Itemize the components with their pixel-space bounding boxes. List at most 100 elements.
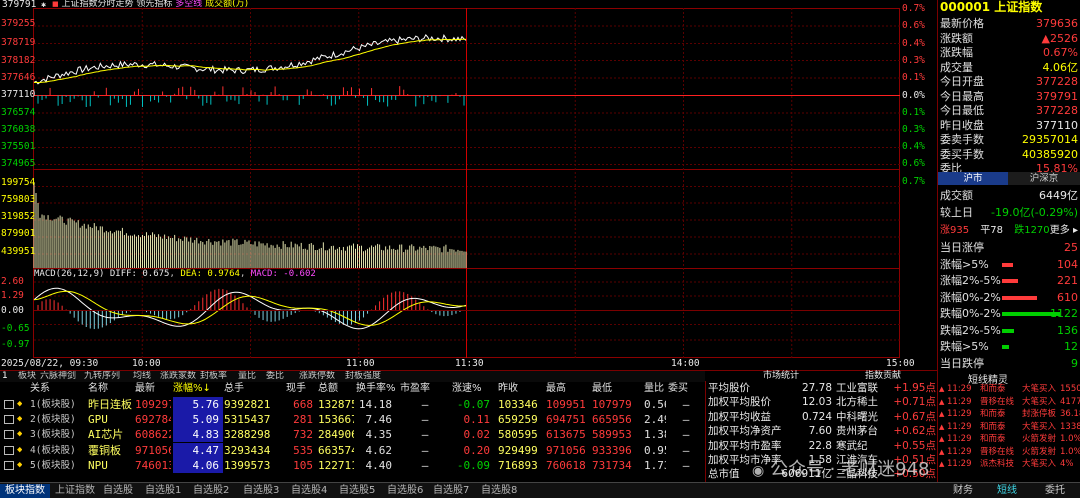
table-row[interactable]: ◆ 1(板块股) 昨日连板1092975.769392821 668 1328750 14… [0, 397, 705, 412]
table-row[interactable]: ◆ 3(板块股) AI芯片 6086224.833288298 732 2849064 4.… [0, 427, 705, 443]
toolbar-item[interactable]: 涨跌家数 [160, 371, 196, 382]
bottom-tab[interactable]: 自选股7 [428, 484, 474, 498]
quote-row-value: 0.67% [1043, 46, 1078, 59]
contrib-name[interactable]: 工业富联 [836, 381, 878, 395]
quote-row-value: ▲2526 [1041, 31, 1078, 45]
breadth-bar [1002, 345, 1009, 349]
bottom-tab[interactable]: 自选股2 [188, 484, 234, 498]
column-header[interactable]: 最新 [135, 382, 171, 396]
column-header[interactable]: 关系 [30, 382, 84, 396]
toolbar-item[interactable]: 委比 [266, 371, 284, 382]
breadth-bar [1002, 295, 1037, 300]
bottom-tab[interactable]: 上证指数 [50, 484, 100, 498]
tab-short[interactable]: 短线 [997, 483, 1017, 498]
quote-row: 今日最高 379791 [940, 89, 1078, 104]
quote-row-label: 今日最高 [940, 89, 984, 103]
toolbar-item[interactable]: 量比 [238, 371, 256, 382]
flag-icon: ◆ [17, 444, 23, 455]
column-header[interactable]: 涨幅%↓ [173, 382, 223, 396]
cell-prev: 103346 [498, 398, 538, 411]
pulse-row[interactable]: ▲ 11:29 和而泰 火箭发射 1.0% [938, 433, 1080, 445]
table-row[interactable]: ◆ 5(板块股) NPU 7460134.061399573 105 1227111 4.4… [0, 457, 705, 473]
cell-vol: 3288298 [224, 428, 271, 442]
intraday-chart[interactable] [0, 0, 936, 370]
quote-row: 昨日收盘 377110 [940, 118, 1078, 133]
pulse-event: 大笔买入 [1022, 384, 1057, 394]
pulse-row[interactable]: ▲11:29 和而泰 大笔买入15507 [938, 383, 1080, 395]
toolbar-item[interactable]: 1 [2, 371, 8, 382]
toolbar-item[interactable]: 九转序列 [84, 371, 120, 382]
row-checkbox[interactable] [4, 460, 14, 470]
cell-rel: 3(板块股) [30, 429, 76, 441]
column-header[interactable]: 名称 [88, 382, 134, 396]
column-header[interactable]: 委买 [668, 382, 704, 396]
pulse-time: 11:29 [947, 446, 972, 457]
compare-row: 较上日 -19.0亿(-0.29%) [940, 205, 1078, 220]
cell-rel: 2(板块股) [30, 414, 76, 426]
column-header[interactable]: 现手 [286, 382, 316, 396]
column-header[interactable]: 换手率% [356, 382, 398, 396]
pulse-name: 派杰科技 [980, 459, 1015, 469]
quote-row-value: 29357014 [1022, 133, 1078, 146]
price-axis-label: 379255 [1, 18, 36, 29]
cell-last: 692784 [135, 413, 171, 427]
bottom-tab[interactable]: 自选股5 [334, 484, 380, 498]
contrib-name[interactable]: 中科曙光 [836, 410, 878, 424]
row-checkbox[interactable] [4, 430, 14, 440]
tab-sh-sz-bj[interactable]: 沪深京 [1009, 172, 1079, 185]
row-checkbox[interactable] [4, 400, 14, 409]
column-header[interactable]: 最低 [592, 382, 638, 396]
bottom-tab[interactable]: 自选股 [98, 484, 138, 498]
tab-finance[interactable]: 财务 [953, 483, 973, 498]
quote-row: 委买手数 40385920 [940, 147, 1078, 162]
quote-row-value: 40385920 [1022, 147, 1078, 161]
pulse-row[interactable]: ▲11:29 和而泰 封涨停板36.18 [938, 408, 1080, 420]
bottom-tab[interactable]: 自选股3 [238, 484, 284, 498]
row-checkbox[interactable] [4, 445, 14, 455]
table-row[interactable]: ◆ 2(板块股) GPU 6927845.095315437 281 1536670 7.4… [0, 412, 705, 428]
bottom-tab[interactable]: 板块指数 [0, 484, 50, 498]
stat-value: 27.78 [801, 382, 832, 394]
toolbar-item[interactable]: 封板率 [200, 371, 227, 382]
breadth-label: 跌幅0%-2% [940, 307, 1001, 320]
breadth-row: 涨幅>5% 104 [940, 257, 1078, 272]
column-header[interactable]: 昨收 [498, 382, 542, 396]
cell-pct: 5.09 [173, 412, 223, 428]
row-checkbox[interactable] [4, 415, 14, 425]
toolbar-item[interactable]: 涨跌停数 [299, 371, 335, 382]
toolbar-item[interactable]: 六脉神剑 [40, 371, 76, 382]
bottom-tab[interactable]: 自选股6 [382, 484, 428, 498]
pulse-row[interactable]: ▲ 11:29 晋移在线 火箭发射 1.0% [938, 446, 1080, 458]
breadth-value: 1122 [1050, 307, 1078, 320]
column-header[interactable]: 市盈率 [400, 382, 450, 396]
bottom-tab[interactable]: 自选股1 [140, 484, 186, 498]
pulse-value: 1.0% [1060, 434, 1080, 444]
toolbar-item[interactable]: 封板强度 [345, 371, 381, 382]
contrib-name[interactable]: 北方稀土 [836, 395, 878, 409]
column-header[interactable]: 总额 [318, 382, 354, 396]
pulse-row[interactable]: ▲11:29 和而泰 大笔买入13381 [938, 421, 1080, 433]
tab-orders[interactable]: 委托 [1045, 483, 1065, 498]
contrib-name[interactable]: 贵州茅台 [836, 424, 878, 438]
price-axis-label: 375501 [1, 141, 36, 152]
column-header[interactable]: 量比 [644, 382, 666, 396]
column-header[interactable]: 总手 [224, 382, 284, 396]
cell-turn: 4.35 [365, 428, 393, 442]
quote-row-label: 委卖手数 [940, 133, 984, 146]
tab-sh-market[interactable]: 沪市 [938, 172, 1008, 185]
more-link[interactable]: 更多 ▸ [1050, 223, 1078, 238]
contrib-name[interactable]: 寒武纪 [836, 439, 868, 453]
column-header[interactable]: 涨速% [452, 382, 496, 396]
short-pulse-tabbar: 财务 短线 委托 [937, 482, 1080, 498]
toolbar-item[interactable]: 板块 [18, 371, 36, 382]
table-row[interactable]: ◆ 4(板块股) 覆铜板 971056 4.47 3293434 535 663574 4.62… [0, 442, 705, 458]
bottom-tab[interactable]: 自选股4 [286, 484, 332, 498]
pulse-event: 封涨停板 [1022, 409, 1057, 419]
bottom-tab[interactable]: 自选股8 [476, 484, 522, 498]
volume-axis-label: 319852 [1, 211, 36, 222]
toolbar-item[interactable]: 均线 [133, 371, 151, 382]
pulse-time: 11:29 [947, 409, 972, 419]
pulse-row[interactable]: ▲ 11:29 晋移在线 大笔买入 4177 [938, 396, 1080, 408]
column-header[interactable]: 最高 [546, 382, 590, 396]
pulse-row[interactable]: ▲ 11:29 派杰科技 大笔买入 4% [938, 458, 1080, 470]
